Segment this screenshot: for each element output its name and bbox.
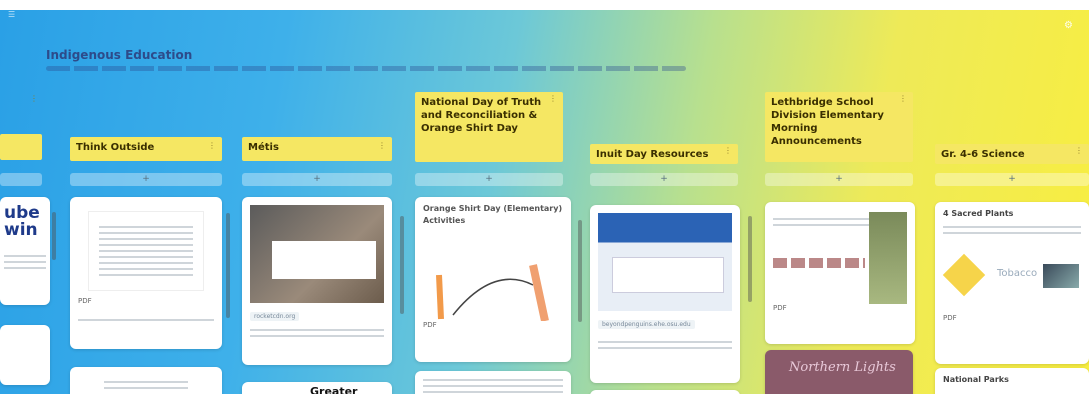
page-title: Indigenous Education bbox=[46, 48, 193, 62]
column-header[interactable]: Inuit Day Resources bbox=[590, 144, 738, 164]
card[interactable]: Orange Shirt Day (Elementary) Activities… bbox=[415, 197, 571, 362]
pdf-label: PDF bbox=[78, 297, 92, 305]
pdf-preview: Tobacco bbox=[942, 244, 1081, 314]
card-title: 4 Sacred Plants bbox=[943, 209, 1014, 218]
column-lethbridge: Lethbridge School Division Elementary Mo… bbox=[765, 92, 913, 162]
more-icon[interactable]: ⋮ bbox=[30, 94, 38, 103]
add-post-button[interactable] bbox=[0, 173, 42, 186]
card-logo-text: Greater VICTORIA bbox=[310, 385, 358, 394]
card[interactable]: Northern Lights bbox=[765, 350, 913, 394]
column-partial-left: ⋮ bbox=[0, 90, 42, 160]
card-video-title: Northern Lights bbox=[789, 360, 896, 375]
website-thumbnail bbox=[250, 205, 384, 303]
gear-icon[interactable]: ⚙ bbox=[1064, 20, 1073, 31]
more-icon[interactable]: ⋮ bbox=[378, 141, 386, 150]
column-think-outside: Think Outside ⋮ bbox=[70, 137, 222, 161]
card[interactable]: Greater VICTORIA bbox=[242, 382, 392, 394]
more-icon[interactable]: ⋮ bbox=[724, 146, 732, 155]
pdf-label: PDF bbox=[423, 321, 437, 329]
card[interactable]: rocketcdn.org bbox=[242, 197, 392, 365]
column-header[interactable]: National Day of Truth and Reconciliation… bbox=[415, 92, 563, 162]
card-title: Orange Shirt Day (Elementary) Activities bbox=[423, 204, 563, 225]
card[interactable]: ube win bbox=[0, 197, 50, 305]
column-header[interactable]: Métis bbox=[242, 137, 392, 161]
column-inuit-day: Inuit Day Resources ⋮ bbox=[590, 144, 738, 164]
tobacco-label: Tobacco bbox=[997, 268, 1038, 279]
pdf-preview bbox=[423, 235, 563, 322]
add-post-button[interactable]: + bbox=[242, 173, 392, 186]
column-header[interactable]: Think Outside bbox=[70, 137, 222, 161]
column-truth-reconciliation: National Day of Truth and Reconciliation… bbox=[415, 92, 563, 162]
more-icon[interactable]: ⋮ bbox=[899, 94, 907, 103]
website-thumbnail bbox=[598, 213, 732, 311]
card[interactable] bbox=[415, 371, 571, 394]
hand-drawing bbox=[436, 264, 549, 322]
more-icon[interactable]: ⋮ bbox=[1075, 146, 1083, 155]
card[interactable]: 4 Sacred Plants Tobacco PDF bbox=[935, 202, 1089, 364]
more-icon[interactable]: ⋮ bbox=[208, 141, 216, 150]
more-icon[interactable]: ⋮ bbox=[549, 94, 557, 103]
card[interactable]: National Parks bbox=[935, 368, 1089, 394]
column-metis: Métis ⋮ bbox=[242, 137, 392, 161]
add-post-button[interactable]: + bbox=[415, 173, 563, 186]
column-science: Gr. 4-6 Science ⋮ bbox=[935, 144, 1089, 164]
card[interactable] bbox=[0, 325, 50, 385]
pdf-label: PDF bbox=[773, 304, 787, 312]
pdf-label: PDF bbox=[943, 314, 957, 322]
card-url: rocketcdn.org bbox=[250, 312, 300, 321]
padlet-board: ☰ Indigenous Education ⚙ ⋮ ube win Think… bbox=[0, 10, 1089, 394]
menu-icon[interactable]: ☰ bbox=[8, 10, 15, 19]
card[interactable]: PDF bbox=[70, 197, 222, 349]
add-post-button[interactable]: + bbox=[935, 173, 1089, 186]
pdf-preview bbox=[773, 212, 907, 304]
pdf-preview bbox=[88, 211, 204, 291]
board-description bbox=[46, 66, 686, 71]
card[interactable]: beyondpenguins.ehe.osu.edu bbox=[590, 205, 740, 383]
card-title: National Parks bbox=[943, 375, 1009, 384]
column-header[interactable]: Gr. 4-6 Science bbox=[935, 144, 1089, 164]
add-post-button[interactable]: + bbox=[70, 173, 222, 186]
add-post-button[interactable]: + bbox=[765, 173, 913, 186]
card-url: beyondpenguins.ehe.osu.edu bbox=[598, 320, 695, 329]
column-header[interactable]: Lethbridge School Division Elementary Mo… bbox=[765, 92, 913, 162]
card-logo-text: ube win bbox=[4, 203, 40, 240]
card[interactable]: PDF bbox=[765, 202, 915, 344]
add-post-button[interactable]: + bbox=[590, 173, 738, 186]
column-header[interactable] bbox=[0, 134, 42, 160]
card[interactable] bbox=[70, 367, 222, 394]
card[interactable] bbox=[590, 390, 740, 394]
